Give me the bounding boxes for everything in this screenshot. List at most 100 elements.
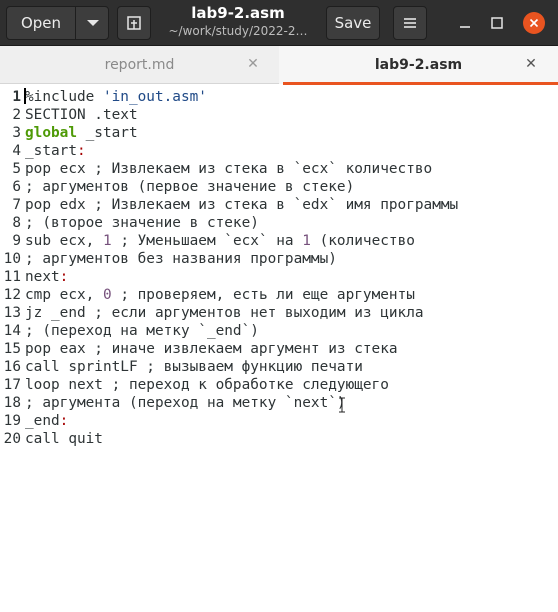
line-number: 11 xyxy=(3,269,21,285)
code-line[interactable]: 4 _start: xyxy=(0,142,558,160)
line-number: 14 xyxy=(3,323,21,339)
code-token: 1 xyxy=(302,233,311,249)
code-text[interactable]: pop edx ; Извлекаем из стека в `edx` имя… xyxy=(25,196,458,214)
code-text[interactable]: loop next ; переход к обработке следующе… xyxy=(25,376,389,394)
tab-close-icon[interactable]: ✕ xyxy=(523,56,539,72)
new-document-button[interactable] xyxy=(117,6,151,40)
line-number: 16 xyxy=(3,359,21,375)
code-text[interactable]: call sprintLF ; вызываем функцию печати xyxy=(25,358,363,376)
code-line[interactable]: 16 call sprintLF ; вызываем функцию печат… xyxy=(0,358,558,376)
line-number: 5 xyxy=(12,161,21,177)
tab-bar: report.md ✕ lab9-2.asm ✕ xyxy=(0,46,558,85)
tab-lab9-2-asm[interactable]: lab9-2.asm ✕ xyxy=(279,46,558,85)
code-token: SECTION .text xyxy=(25,107,138,123)
new-document-icon xyxy=(127,16,141,30)
code-line[interactable]: 11 next: xyxy=(0,268,558,286)
line-number: 12 xyxy=(3,287,21,303)
code-text[interactable]: _start: xyxy=(25,142,86,160)
code-line[interactable]: 3 global _start xyxy=(0,124,558,142)
open-button[interactable]: Open xyxy=(6,6,109,40)
code-token: next xyxy=(25,269,60,285)
code-line[interactable]: 7 pop edx ; Извлекаем из стека в `edx` им… xyxy=(0,196,558,214)
minimize-button[interactable] xyxy=(455,13,475,33)
code-text[interactable]: ; аргумента (переход на метку `next`) xyxy=(25,394,346,412)
tab-close-icon[interactable]: ✕ xyxy=(245,56,261,72)
code-text[interactable]: jz _end ; если аргументов нет выходим из… xyxy=(25,304,424,322)
close-icon xyxy=(529,18,539,28)
code-line[interactable]: 15 pop eax ; иначе извлекаем аргумент из … xyxy=(0,340,558,358)
hamburger-menu-icon xyxy=(404,18,416,28)
code-token: 1 xyxy=(102,233,112,249)
code-line[interactable]: 8; (второе значение в стеке) xyxy=(0,214,558,232)
code-text[interactable]: SECTION .text xyxy=(25,106,138,124)
code-token: 0 xyxy=(102,287,112,303)
code-line[interactable]: 9 sub ecx, 1 ; Уменьшаем `ecx` на 1 (коли… xyxy=(0,232,558,250)
line-number: 4 xyxy=(12,143,21,159)
line-number: 20 xyxy=(3,431,21,447)
code-text[interactable]: global _start xyxy=(25,124,138,142)
minimize-icon xyxy=(460,26,470,28)
chevron-down-icon xyxy=(86,20,99,26)
code-token: call sprintLF ; вызываем функцию печати xyxy=(25,359,363,375)
code-token: 'in_out.asm' xyxy=(102,89,207,105)
save-button[interactable]: Save xyxy=(326,6,380,40)
code-text[interactable]: ; аргументов без названия программы) xyxy=(25,250,337,268)
code-text[interactable]: %include 'in_out.asm' xyxy=(25,88,207,106)
code-line[interactable]: 5 pop ecx ; Извлекаем из стека в `ecx` ко… xyxy=(0,160,558,178)
code-text[interactable]: ; аргументов (первое значение в стеке) xyxy=(25,178,354,196)
code-text[interactable]: ; (второе значение в стеке) xyxy=(25,214,259,232)
text-cursor-ibeam-icon xyxy=(339,397,345,413)
code-token: pop eax ; иначе извлекаем аргумент из ст… xyxy=(25,341,398,357)
code-token: ; (второе значение в стеке) xyxy=(25,215,259,231)
title-area: lab9-2.asm ~/work/study/2022-2… xyxy=(158,4,318,39)
code-token: pop edx ; Извлекаем из стека в `edx` имя… xyxy=(25,197,459,213)
code-text[interactable]: ; (переход на метку `_end`) xyxy=(25,322,259,340)
code-token: _start xyxy=(25,143,77,159)
code-token: ; аргументов без названия программы) xyxy=(25,251,337,267)
code-line[interactable]: 20 call quit xyxy=(0,430,558,448)
close-button[interactable] xyxy=(523,12,545,34)
line-number: 13 xyxy=(3,305,21,321)
line-number: 15 xyxy=(3,341,21,357)
code-text[interactable]: next: xyxy=(25,268,68,286)
open-button-label[interactable]: Open xyxy=(7,14,75,32)
code-line[interactable]: 19 _end: xyxy=(0,412,558,430)
line-number: 6 xyxy=(12,179,21,195)
open-dropdown-button[interactable] xyxy=(76,7,109,39)
window-title: lab9-2.asm xyxy=(191,4,285,22)
code-token: ; проверяем, есть ли еще аргументы xyxy=(111,287,415,303)
code-token: jz _end ; если аргументов нет выходим из… xyxy=(25,305,424,321)
line-number: 7 xyxy=(12,197,21,213)
code-line[interactable]: 10; аргументов без названия программы) xyxy=(0,250,558,268)
code-token: : xyxy=(59,269,69,285)
maximize-button[interactable] xyxy=(487,13,507,33)
code-line[interactable]: 17 loop next ; переход к обработке следую… xyxy=(0,376,558,394)
code-text[interactable]: call quit xyxy=(25,430,103,448)
code-line[interactable]: 18; аргумента (переход на метку `next`) xyxy=(0,394,558,412)
code-line[interactable]: 12 cmp ecx, 0 ; проверяем, есть ли еще ар… xyxy=(0,286,558,304)
code-token: cmp ecx, xyxy=(25,287,103,303)
line-number: 9 xyxy=(12,233,21,249)
code-token: : xyxy=(59,413,69,429)
code-line[interactable]: 13 jz _end ; если аргументов нет выходим … xyxy=(0,304,558,322)
code-editor[interactable]: 1 %include 'in_out.asm' 2 SECTION .text 3 glo… xyxy=(0,85,558,612)
code-line[interactable]: 6; аргументов (первое значение в стеке) xyxy=(0,178,558,196)
code-token: ; аргументов (первое значение в стеке) xyxy=(25,179,355,195)
code-text[interactable]: pop eax ; иначе извлекаем аргумент из ст… xyxy=(25,340,398,358)
code-line[interactable]: 2 SECTION .text xyxy=(0,106,558,124)
menu-button[interactable] xyxy=(393,6,427,40)
code-token: ; Уменьшаем `ecx` на xyxy=(111,233,303,249)
code-line[interactable]: 14; (переход на метку `_end`) xyxy=(0,322,558,340)
code-text[interactable]: _end: xyxy=(25,412,68,430)
tab-report-md[interactable]: report.md ✕ xyxy=(0,46,279,84)
code-line[interactable]: 1 %include 'in_out.asm' xyxy=(0,88,558,106)
code-text[interactable]: pop ecx ; Извлекаем из стека в `ecx` кол… xyxy=(25,160,432,178)
code-token: ; аргумента (переход на метку `next`) xyxy=(25,395,346,411)
code-token: (количество xyxy=(310,233,415,249)
code-text[interactable]: cmp ecx, 0 ; проверяем, есть ли еще аргу… xyxy=(25,286,415,304)
line-number: 1 xyxy=(12,89,21,105)
code-text[interactable]: sub ecx, 1 ; Уменьшаем `ecx` на 1 (колич… xyxy=(25,232,415,250)
code-token: pop ecx ; Извлекаем из стека в `ecx` кол… xyxy=(25,161,433,177)
code-token: ; (переход на метку `_end`) xyxy=(25,323,259,339)
code-token: _end xyxy=(25,413,60,429)
